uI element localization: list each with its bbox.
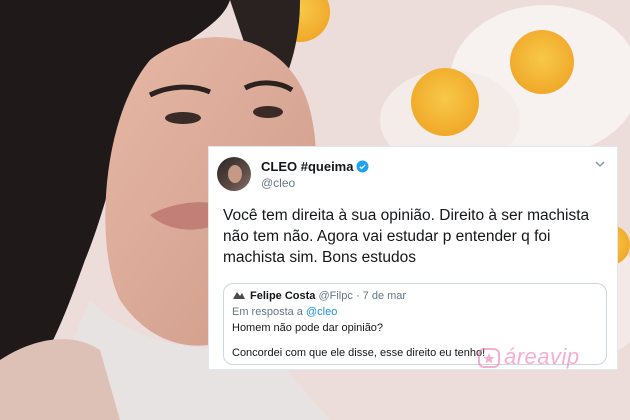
quoted-text-line-2: Concordei com que ele disse, esse direit… [232,347,486,359]
watermark-text: áreavip [504,344,580,369]
author-name[interactable]: CLEO #queima [261,159,369,174]
verified-badge-icon [357,160,369,173]
reply-context: Em resposta a @cleo [232,306,337,318]
quoted-avatar-icon [233,292,245,299]
chevron-down-icon[interactable] [595,159,605,169]
quoted-text-line-1: Homem não pode dar opinião? [232,322,384,334]
tweet-text: Você tem direita à sua opinião. Direito … [223,207,590,266]
tweet-header: CLEO #queima @cleo [217,155,609,195]
quoted-handle: @Filpc [318,290,353,302]
quoted-header: Felipe Costa @Filpc · 7 de mar [232,289,406,302]
reply-prefix: Em resposta a [232,306,303,318]
display-name: CLEO #queima [261,159,354,174]
embedded-tweet-card[interactable]: CLEO #queima @cleo Você tem direita à su… [208,146,618,370]
star-icon [478,348,500,368]
avatar[interactable] [217,157,251,191]
reply-to-link[interactable]: @cleo [306,306,337,318]
author-handle[interactable]: @cleo [261,176,295,190]
quoted-date: 7 de mar [362,290,407,302]
quoted-separator: · [355,290,360,302]
quoted-display-name: Felipe Costa [250,290,316,302]
